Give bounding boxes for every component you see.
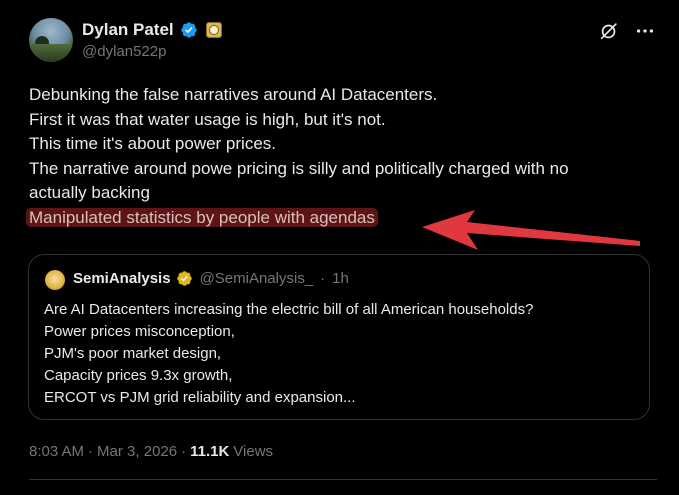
- tweet-time[interactable]: 8:03 AM: [29, 443, 84, 460]
- quoted-line: ERCOT vs PJM grid reliability and expans…: [44, 389, 356, 406]
- quoted-line: Are AI Datacenters increasing the electr…: [44, 301, 534, 318]
- tweet-line: This time it's about power prices.: [29, 134, 277, 153]
- grok-icon[interactable]: [598, 20, 620, 42]
- tweet-meta: 8:03 AM · Mar 3, 2026 · 11.1K Views: [29, 443, 273, 460]
- more-options-icon[interactable]: [634, 20, 656, 42]
- quoted-display-name[interactable]: SemiAnalysis: [73, 270, 171, 287]
- quoted-line: Power prices misconception,: [44, 323, 235, 340]
- red-arrow-annotation: [422, 210, 640, 250]
- divider: [29, 479, 657, 480]
- author-handle[interactable]: @dylan522p: [82, 43, 166, 60]
- author-display-name[interactable]: Dylan Patel: [82, 20, 174, 40]
- quoted-avatar[interactable]: [45, 270, 65, 290]
- quoted-time[interactable]: 1h: [332, 270, 349, 287]
- semianalysis-affiliate-icon[interactable]: [205, 22, 222, 38]
- author-name-row: Dylan Patel: [82, 20, 222, 40]
- meta-separator: ·: [88, 443, 94, 460]
- tweet-line: actually backing: [29, 183, 150, 202]
- views-count[interactable]: 11.1K: [190, 443, 229, 460]
- quoted-tweet[interactable]: SemiAnalysis @SemiAnalysis_ · 1h Are AI …: [28, 254, 650, 420]
- quoted-separator: ·: [320, 270, 326, 287]
- quoted-line: PJM's poor market design,: [44, 345, 222, 362]
- meta-separator: ·: [181, 443, 187, 460]
- tweet-date[interactable]: Mar 3, 2026: [97, 443, 177, 460]
- avatar-ground: [29, 44, 73, 62]
- views-label: Views: [233, 443, 274, 460]
- quoted-header: SemiAnalysis @SemiAnalysis_ · 1h: [73, 270, 349, 287]
- tweet-line: The narrative around powe pricing is sil…: [29, 158, 569, 178]
- gold-verified-icon: [176, 271, 192, 286]
- blue-verified-icon: [180, 22, 197, 38]
- highlighted-text: Manipulated statistics by people with ag…: [26, 207, 378, 227]
- tweet-line: Debunking the false narratives around AI…: [29, 85, 438, 104]
- tweet-line: First it was that water usage is high, b…: [29, 109, 386, 129]
- quoted-line: Capacity prices 9.3x growth,: [44, 367, 233, 384]
- quoted-handle[interactable]: @SemiAnalysis_: [200, 270, 314, 287]
- avatar[interactable]: [29, 18, 73, 62]
- quoted-body: Are AI Datacenters increasing the electr…: [44, 299, 533, 409]
